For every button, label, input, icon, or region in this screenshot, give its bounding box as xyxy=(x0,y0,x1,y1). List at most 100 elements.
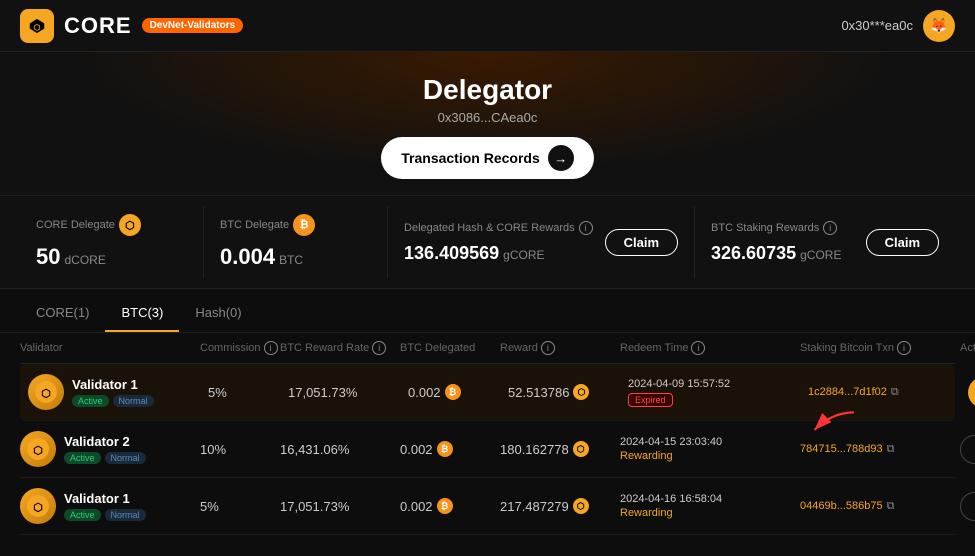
btc-delegated-3: 0.002 ₿ xyxy=(400,498,500,514)
btc-staking-info-icon[interactable]: i xyxy=(823,221,837,235)
navbar: ⬡ CORE DevNet-Validators 0x30***ea0c 🦊 xyxy=(0,0,975,52)
action-2: Transfer › xyxy=(960,435,975,464)
redeem-date-3: 2024-04-16 16:58:04 xyxy=(620,493,722,505)
validator-cell-2: ⬡ Validator 2 Active Normal xyxy=(20,431,200,467)
txn-link-1[interactable]: 1c2884...7d1f02 xyxy=(808,386,887,398)
core-delegate-block: CORE Delegate ⬡ 50 dCORE xyxy=(20,206,204,278)
nav-right: 0x30***ea0c 🦊 xyxy=(841,10,955,42)
tab-btc[interactable]: BTC(3) xyxy=(105,299,179,332)
validator-cell-1: ⬡ Validator 1 Active Normal xyxy=(28,374,208,410)
delegated-hash-info-icon[interactable]: i xyxy=(579,221,593,235)
delegated-hash-info: Delegated Hash & CORE Rewards i 136.4095… xyxy=(404,221,593,264)
arrow-annotation xyxy=(797,408,867,443)
rewarding-badge-2: Rewarding xyxy=(620,450,722,462)
th-reward: Reward i xyxy=(500,341,620,355)
btc-coin-icon: ₿ xyxy=(293,214,315,236)
validator-name-1: Validator 1 xyxy=(72,377,154,392)
th-validator: Validator xyxy=(20,341,200,355)
th-redeem-time: Redeem Time i xyxy=(620,341,800,355)
svg-text:⬡: ⬡ xyxy=(33,445,43,457)
btc-icon-row1: ₿ xyxy=(445,384,461,400)
btc-reward-rate-3: 17,051.73% xyxy=(280,499,400,514)
copy-icon-1[interactable]: ⧉ xyxy=(891,386,899,399)
tab-hash[interactable]: Hash(0) xyxy=(179,299,257,332)
copy-icon-3[interactable]: ⧉ xyxy=(887,500,895,513)
delegated-hash-unit: gCORE xyxy=(503,248,544,262)
hero-address: 0x3086...CAea0c xyxy=(20,110,955,125)
th-staking-txn: Staking Bitcoin Txn i xyxy=(800,341,960,355)
th-action: Action i xyxy=(960,341,975,355)
tx-records-label: Transaction Records xyxy=(401,150,540,166)
table-row: ⬡ Validator 1 Active Normal 5% 17,051.73… xyxy=(20,478,955,535)
validator-icon-3: ⬡ xyxy=(20,488,56,524)
redeem-time-3: 2024-04-16 16:58:04 Rewarding xyxy=(620,493,800,519)
transfer-button-3[interactable]: Transfer › xyxy=(960,492,975,521)
commission-3: 5% xyxy=(200,499,280,514)
tab-core[interactable]: CORE(1) xyxy=(20,299,105,332)
btc-staking-block: BTC Staking Rewards i 326.60735 gCORE Cl… xyxy=(695,206,955,278)
btc-reward-rate-info-icon[interactable]: i xyxy=(372,341,386,355)
btc-staking-unit: gCORE xyxy=(800,248,841,262)
staking-txn-2: 784715...788d93 ⧉ xyxy=(800,443,960,456)
btc-delegate-unit: BTC xyxy=(279,253,303,267)
transaction-records-button[interactable]: Transaction Records → xyxy=(381,137,594,179)
wallet-address: 0x30***ea0c xyxy=(841,18,913,33)
redeem-date-1: 2024-04-09 15:57:52 xyxy=(628,378,730,390)
reward-info-icon[interactable]: i xyxy=(541,341,555,355)
svg-text:⬡: ⬡ xyxy=(33,502,43,514)
copy-icon-2[interactable]: ⧉ xyxy=(887,443,895,456)
table-header: Validator Commission i BTC Reward Rate i… xyxy=(20,333,955,364)
tx-records-arrow-icon: → xyxy=(548,145,574,171)
btc-reward-rate-2: 16,431.06% xyxy=(280,442,400,457)
logo-text: CORE xyxy=(64,13,132,39)
stats-row: CORE Delegate ⬡ 50 dCORE BTC Delegate ₿ … xyxy=(0,195,975,289)
action-1: Redeem ⟳ xyxy=(968,377,975,408)
delegated-hash-block: Delegated Hash & CORE Rewards i 136.4095… xyxy=(388,206,695,278)
txn-link-2[interactable]: 784715...788d93 xyxy=(800,443,883,455)
btc-staking-label: BTC Staking Rewards i xyxy=(711,221,854,235)
reward-1: 52.513786 ⬡ xyxy=(508,384,628,400)
core-coin-icon: ⬡ xyxy=(119,214,141,236)
commission-1: 5% xyxy=(208,385,288,400)
badge-active-3: Active xyxy=(64,509,101,521)
staking-txn-info-icon[interactable]: i xyxy=(897,341,911,355)
btc-delegated-2: 0.002 ₿ xyxy=(400,441,500,457)
core-delegate-label: CORE Delegate ⬡ xyxy=(36,214,187,236)
badge-normal-1: Normal xyxy=(113,395,154,407)
btc-reward-rate-1: 17,051.73% xyxy=(288,385,408,400)
commission-2: 10% xyxy=(200,442,280,457)
core-icon-row3: ⬡ xyxy=(573,498,589,514)
btc-delegate-block: BTC Delegate ₿ 0.004 BTC xyxy=(204,206,388,278)
txn-link-3[interactable]: 04469b...586b75 xyxy=(800,500,883,512)
badge-active-2: Active xyxy=(64,452,101,464)
redeem-button-1[interactable]: Redeem ⟳ xyxy=(968,377,975,408)
btc-staking-claim-button[interactable]: Claim xyxy=(866,229,939,256)
core-icon-row1: ⬡ xyxy=(573,384,589,400)
redeem-time-2: 2024-04-15 23:03:40 Rewarding xyxy=(620,436,800,462)
btc-delegate-value: 0.004 xyxy=(220,244,275,270)
core-delegate-unit: dCORE xyxy=(64,253,105,267)
expired-badge-1: Expired xyxy=(628,393,673,407)
hero-section: Delegator 0x3086...CAea0c Transaction Re… xyxy=(0,52,975,195)
core-delegate-value: 50 xyxy=(36,244,60,270)
validator-cell-3: ⬡ Validator 1 Active Normal xyxy=(20,488,200,524)
validator-icon-1: ⬡ xyxy=(28,374,64,410)
redeem-date-2: 2024-04-15 23:03:40 xyxy=(620,436,722,448)
svg-text:⬡: ⬡ xyxy=(41,388,51,400)
redeem-time-info-icon[interactable]: i xyxy=(691,341,705,355)
badge-normal-2: Normal xyxy=(105,452,146,464)
badge-active-1: Active xyxy=(72,395,109,407)
nav-left: ⬡ CORE DevNet-Validators xyxy=(20,9,243,43)
validator-name-3: Validator 1 xyxy=(64,491,146,506)
tabs-row: CORE(1) BTC(3) Hash(0) xyxy=(0,289,975,333)
transfer-button-2[interactable]: Transfer › xyxy=(960,435,975,464)
reward-2: 180.162778 ⬡ xyxy=(500,441,620,457)
btc-delegated-1: 0.002 ₿ xyxy=(408,384,508,400)
badge-normal-3: Normal xyxy=(105,509,146,521)
commission-info-icon[interactable]: i xyxy=(264,341,278,355)
avatar[interactable]: 🦊 xyxy=(923,10,955,42)
action-3: Transfer › xyxy=(960,492,975,521)
delegated-hash-claim-button[interactable]: Claim xyxy=(605,229,678,256)
btc-staking-value: 326.60735 xyxy=(711,243,796,264)
validator-icon-2: ⬡ xyxy=(20,431,56,467)
